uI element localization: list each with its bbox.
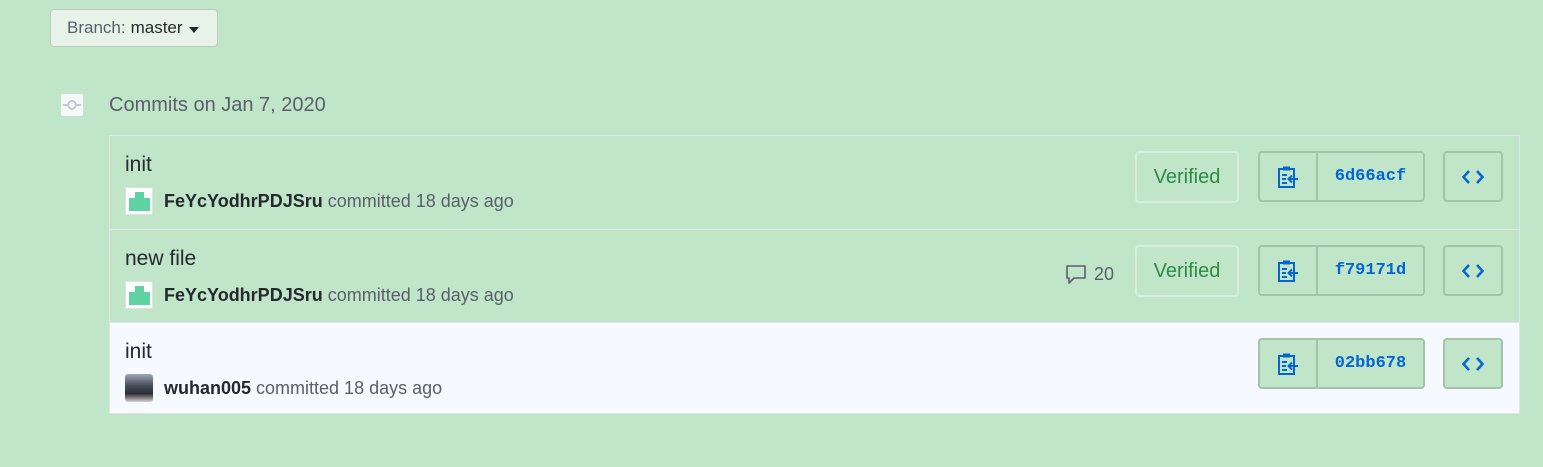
clipboard-copy-icon <box>1278 166 1298 188</box>
commit-time: committed 18 days ago <box>327 284 514 305</box>
commit-author[interactable]: FeYcYodhrPDJSru <box>164 285 323 306</box>
copy-sha-button[interactable] <box>1260 247 1318 294</box>
commit-group-title: Commits on Jan 7, 2020 <box>109 94 326 116</box>
clipboard-copy-icon <box>1278 260 1298 282</box>
commit-sha-link[interactable]: f79171d <box>1318 247 1423 294</box>
commit-meta: wuhan005 committed 18 days ago <box>125 373 442 403</box>
verified-badge[interactable]: Verified <box>1135 151 1239 203</box>
code-icon <box>1462 169 1484 184</box>
comment-count: 20 <box>1094 263 1115 284</box>
commit-author[interactable]: wuhan005 <box>164 378 251 399</box>
commit-node-icon <box>61 94 83 116</box>
browse-files-button[interactable] <box>1443 338 1503 389</box>
commit-row: new file FeYcYodhrPDJSru committed 18 da… <box>110 229 1519 322</box>
browse-files-button[interactable] <box>1443 245 1503 296</box>
commit-list: init FeYcYodhrPDJSru committed 18 days a… <box>109 135 1520 414</box>
commit-row: init wuhan005 committed 18 days ago 02bb… <box>110 322 1519 413</box>
sha-button-group: 02bb678 <box>1258 338 1425 389</box>
branch-name: master <box>130 18 183 37</box>
sha-button-group: 6d66acf <box>1258 151 1425 202</box>
code-icon <box>1462 263 1484 278</box>
commit-message[interactable]: new file <box>125 247 196 271</box>
commit-meta: FeYcYodhrPDJSru committed 18 days ago <box>125 280 514 310</box>
avatar[interactable] <box>125 374 153 402</box>
commit-time: committed 18 days ago <box>327 190 514 211</box>
commit-author[interactable]: FeYcYodhrPDJSru <box>164 191 323 212</box>
caret-down-icon <box>188 26 199 33</box>
commit-sha-link[interactable]: 6d66acf <box>1318 153 1423 200</box>
avatar[interactable] <box>125 281 153 309</box>
comment-count-link[interactable]: 20 <box>1065 263 1114 285</box>
commit-meta: FeYcYodhrPDJSru committed 18 days ago <box>125 186 514 216</box>
copy-sha-button[interactable] <box>1260 340 1318 387</box>
avatar[interactable] <box>125 187 153 215</box>
sha-button-group: f79171d <box>1258 245 1425 296</box>
comment-icon <box>1066 265 1086 284</box>
commit-message[interactable]: init <box>125 153 152 177</box>
clipboard-copy-icon <box>1278 353 1298 375</box>
commit-message[interactable]: init <box>125 340 152 364</box>
browse-files-button[interactable] <box>1443 151 1503 202</box>
commit-sha-link[interactable]: 02bb678 <box>1318 340 1423 387</box>
verified-badge[interactable]: Verified <box>1135 245 1239 297</box>
code-icon <box>1462 356 1484 371</box>
commit-row: init FeYcYodhrPDJSru committed 18 days a… <box>110 136 1519 229</box>
branch-select-button[interactable]: Branch: master <box>50 9 218 47</box>
branch-prefix: Branch: <box>67 18 126 37</box>
copy-sha-button[interactable] <box>1260 153 1318 200</box>
commit-time: committed 18 days ago <box>256 377 443 398</box>
